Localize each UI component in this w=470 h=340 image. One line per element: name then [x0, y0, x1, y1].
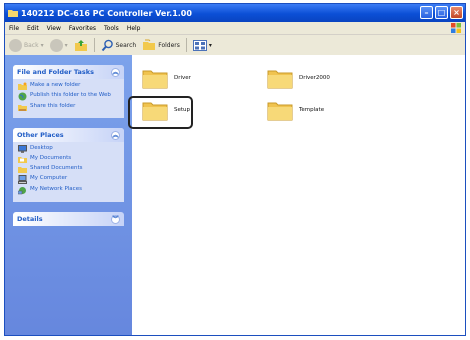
- minimize-button[interactable]: –: [420, 6, 433, 19]
- forward-arrow-icon: [49, 38, 63, 52]
- panel-header[interactable]: File and Folder Tasks ︽: [13, 65, 124, 79]
- network-icon: [18, 187, 26, 195]
- title-bar[interactable]: 140212 DC-616 PC Controller Ver.1.00 – □…: [5, 4, 465, 22]
- desktop-icon: [18, 145, 27, 153]
- globe-icon: [18, 92, 27, 101]
- folder-icon: [8, 10, 18, 17]
- share-folder-icon: [18, 105, 27, 111]
- back-arrow-icon: [9, 38, 22, 52]
- details-panel: Details ︾: [13, 212, 124, 226]
- views-button[interactable]: ▾: [192, 39, 212, 51]
- task-pane: File and Folder Tasks ︽ Make a new folde…: [5, 55, 132, 335]
- back-button[interactable]: Back ▾: [9, 38, 44, 52]
- panel-header[interactable]: Other Places ︽: [13, 128, 124, 142]
- menu-view[interactable]: View: [47, 25, 61, 32]
- file-folder-tasks-panel: File and Folder Tasks ︽ Make a new folde…: [13, 65, 124, 118]
- up-folder-icon: [74, 39, 87, 51]
- place-desktop[interactable]: Desktop: [18, 145, 119, 153]
- menu-edit[interactable]: Edit: [27, 25, 39, 32]
- documents-folder-icon: [18, 157, 27, 163]
- task-publish-web[interactable]: Publish this folder to the Web: [18, 92, 119, 101]
- panel-header[interactable]: Details ︾: [13, 212, 124, 226]
- collapse-icon[interactable]: ︽: [111, 130, 120, 140]
- task-share-folder[interactable]: Share this folder: [18, 103, 119, 111]
- place-my-computer[interactable]: My Computer: [18, 175, 119, 184]
- folder-icon: [267, 102, 293, 121]
- menu-bar: File Edit View Favorites Tools Help: [5, 22, 465, 35]
- search-button[interactable]: Search: [101, 39, 136, 52]
- folders-button[interactable]: Folders: [142, 39, 180, 51]
- folder-item[interactable]: Driver: [142, 67, 191, 89]
- task-make-new-folder[interactable]: Make a new folder: [18, 82, 119, 90]
- folder-item[interactable]: Driver2000: [267, 67, 330, 89]
- selection-highlight-frame: [128, 96, 193, 129]
- place-shared-documents[interactable]: Shared Documents: [18, 165, 119, 173]
- window-title: 140212 DC-616 PC Controller Ver.1.00: [21, 8, 192, 18]
- toolbar-separator: [185, 38, 187, 52]
- windows-logo-icon: [451, 23, 461, 33]
- menu-help[interactable]: Help: [127, 25, 141, 32]
- collapse-icon[interactable]: ︽: [111, 67, 120, 77]
- explorer-window: 140212 DC-616 PC Controller Ver.1.00 – □…: [4, 3, 466, 336]
- close-button[interactable]: ×: [450, 6, 463, 19]
- expand-icon[interactable]: ︾: [111, 214, 120, 224]
- forward-button[interactable]: ▾: [49, 38, 68, 52]
- menu-favorites[interactable]: Favorites: [69, 25, 96, 32]
- views-icon: [192, 39, 207, 51]
- shared-folder-icon: [18, 167, 27, 173]
- toolbar-separator: [93, 38, 95, 52]
- folder-icon: [267, 70, 293, 89]
- computer-icon: [18, 175, 27, 184]
- place-my-network-places[interactable]: My Network Places: [18, 186, 119, 195]
- folder-icon: [142, 70, 168, 89]
- menu-file[interactable]: File: [9, 25, 19, 32]
- toolbar: Back ▾ ▾ Search Folders ▾: [5, 35, 465, 56]
- place-my-documents[interactable]: My Documents: [18, 155, 119, 163]
- up-folder-button[interactable]: [74, 39, 88, 52]
- search-icon: [101, 39, 113, 51]
- new-folder-icon: [18, 82, 27, 90]
- maximize-button[interactable]: □: [435, 6, 448, 19]
- folder-item[interactable]: Template: [267, 99, 324, 121]
- folders-icon: [143, 39, 156, 50]
- menu-tools[interactable]: Tools: [104, 25, 119, 32]
- other-places-panel: Other Places ︽ Desktop My Documents Shar…: [13, 128, 124, 202]
